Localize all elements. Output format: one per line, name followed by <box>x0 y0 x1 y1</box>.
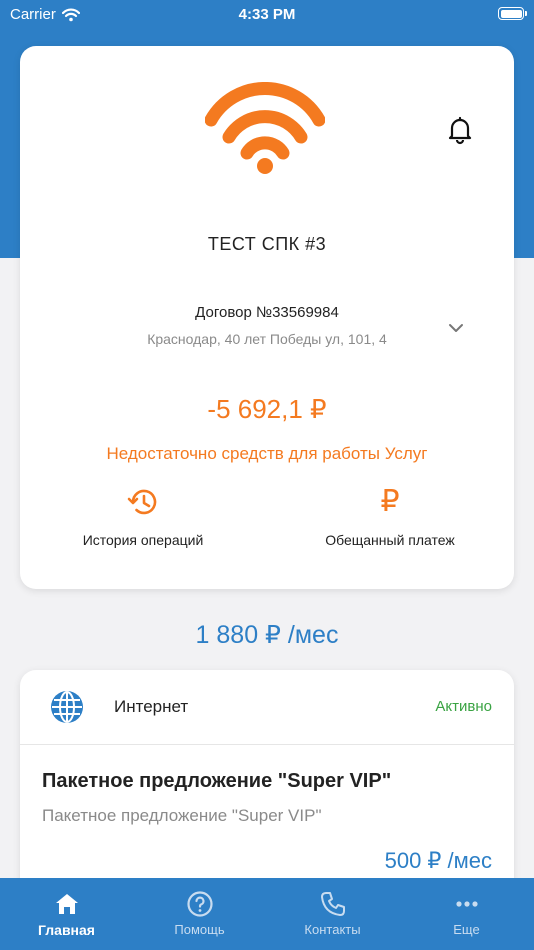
chevron-down-icon[interactable] <box>444 316 468 340</box>
notifications-bell-icon[interactable] <box>444 114 476 146</box>
history-icon <box>127 489 157 515</box>
tab-contacts-label: Контакты <box>304 922 361 937</box>
monthly-total: 1 880 ₽ /мес <box>195 621 339 649</box>
tab-contacts[interactable]: Контакты <box>266 878 399 950</box>
service-name: Интернет <box>114 697 189 716</box>
contract-address[interactable]: Краснодар, 40 лет Победы ул, 101, 4 <box>20 331 514 347</box>
operations-history-button[interactable]: История операций <box>43 486 243 548</box>
tab-home-label: Главная <box>38 922 95 938</box>
tab-bar: Главная Помощь Контакты Еще <box>0 878 534 950</box>
operations-history-label: История операций <box>82 532 204 548</box>
promised-payment-button[interactable]: ₽ Обещанный платеж <box>290 485 490 549</box>
status-bar: Carrier 4:33 PM <box>0 0 534 30</box>
package-subtitle: Пакетное предложение "Super VIP" <box>42 806 322 825</box>
account-card: ТЕСТ СПК #3 Договор №33569984 Краснодар,… <box>20 46 514 589</box>
status-time: 4:33 PM <box>238 6 296 23</box>
tab-more-label: Еще <box>453 922 480 937</box>
tab-help-label: Помощь <box>174 922 225 937</box>
home-icon <box>55 894 78 914</box>
help-icon <box>186 891 213 917</box>
contract-number[interactable]: Договор №33569984 <box>20 304 514 321</box>
tab-home[interactable]: Главная <box>0 878 133 950</box>
balance-warning: Недостаточно средств для работы Услуг <box>106 444 428 463</box>
package-price: 500 ₽ /мес <box>384 848 492 873</box>
tab-help[interactable]: Помощь <box>133 878 266 950</box>
service-header: Интернет Активно <box>20 670 514 745</box>
more-icon <box>455 901 478 907</box>
promised-payment-label: Обещанный платеж <box>325 532 455 548</box>
service-status-badge: Активно <box>435 698 492 715</box>
phone-icon <box>320 892 345 916</box>
ruble-icon: ₽ <box>380 485 400 518</box>
package-title: Пакетное предложение "Super VIP" <box>42 770 392 792</box>
tab-more[interactable]: Еще <box>400 878 533 950</box>
account-balance: -5 692,1 ₽ <box>207 394 327 424</box>
battery-icon <box>498 7 527 20</box>
provider-logo-icon <box>205 82 325 174</box>
account-name: ТЕСТ СПК #3 <box>207 234 327 254</box>
globe-icon <box>51 691 83 723</box>
